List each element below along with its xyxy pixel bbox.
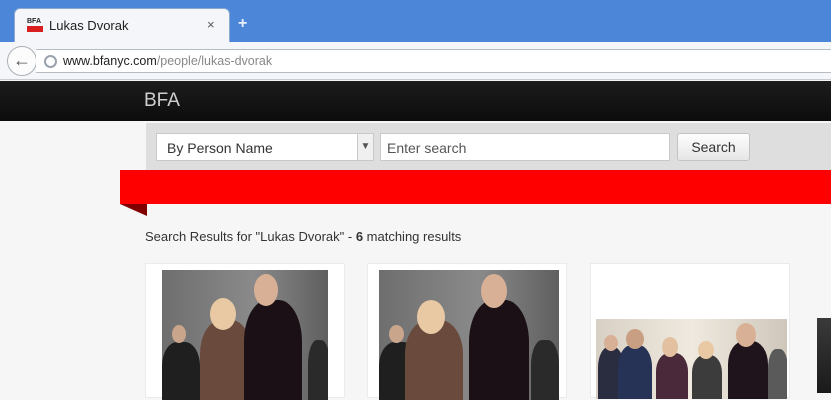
result-photo[interactable]	[162, 270, 328, 400]
result-card[interactable]	[590, 263, 790, 399]
globe-icon	[44, 55, 57, 68]
chevron-down-icon[interactable]: ▼	[357, 134, 373, 160]
result-photo[interactable]	[379, 270, 559, 400]
search-filter-select[interactable]: By Person Name ▼	[156, 133, 374, 161]
result-card[interactable]	[145, 263, 345, 400]
search-bar: By Person Name ▼ Enter search Search	[146, 123, 831, 170]
back-arrow-icon: ←	[13, 50, 31, 70]
tab-title: Lukas Dvorak	[49, 18, 129, 33]
browser-toolbar: ← www.bfanyc.com/people/lukas-dvorak	[0, 42, 831, 80]
browser-titlebar: BFA Lukas Dvorak × +	[0, 0, 831, 42]
result-card[interactable]	[367, 263, 567, 400]
site-navbar: BFA	[0, 81, 831, 121]
site-logo[interactable]: BFA	[144, 90, 180, 112]
red-banner-ribbon	[120, 170, 831, 204]
tab-close-icon[interactable]: ×	[207, 17, 215, 32]
back-button[interactable]: ←	[7, 46, 37, 76]
bfa-favicon-icon: BFA	[27, 18, 43, 34]
new-tab-button[interactable]: +	[238, 15, 247, 33]
search-button[interactable]: Search	[677, 133, 750, 161]
search-input[interactable]: Enter search	[380, 133, 670, 161]
address-bar[interactable]: www.bfanyc.com/people/lukas-dvorak	[36, 49, 831, 73]
results-count: 6	[355, 229, 364, 244]
result-photo[interactable]	[596, 319, 787, 399]
results-summary: Search Results for "Lukas Dvorak" - 6 ma…	[145, 229, 462, 244]
result-photo[interactable]	[817, 318, 831, 393]
url-text: www.bfanyc.com/people/lukas-dvorak	[63, 54, 273, 68]
ribbon-fold	[120, 204, 147, 216]
browser-tab[interactable]: BFA Lukas Dvorak ×	[14, 8, 230, 42]
